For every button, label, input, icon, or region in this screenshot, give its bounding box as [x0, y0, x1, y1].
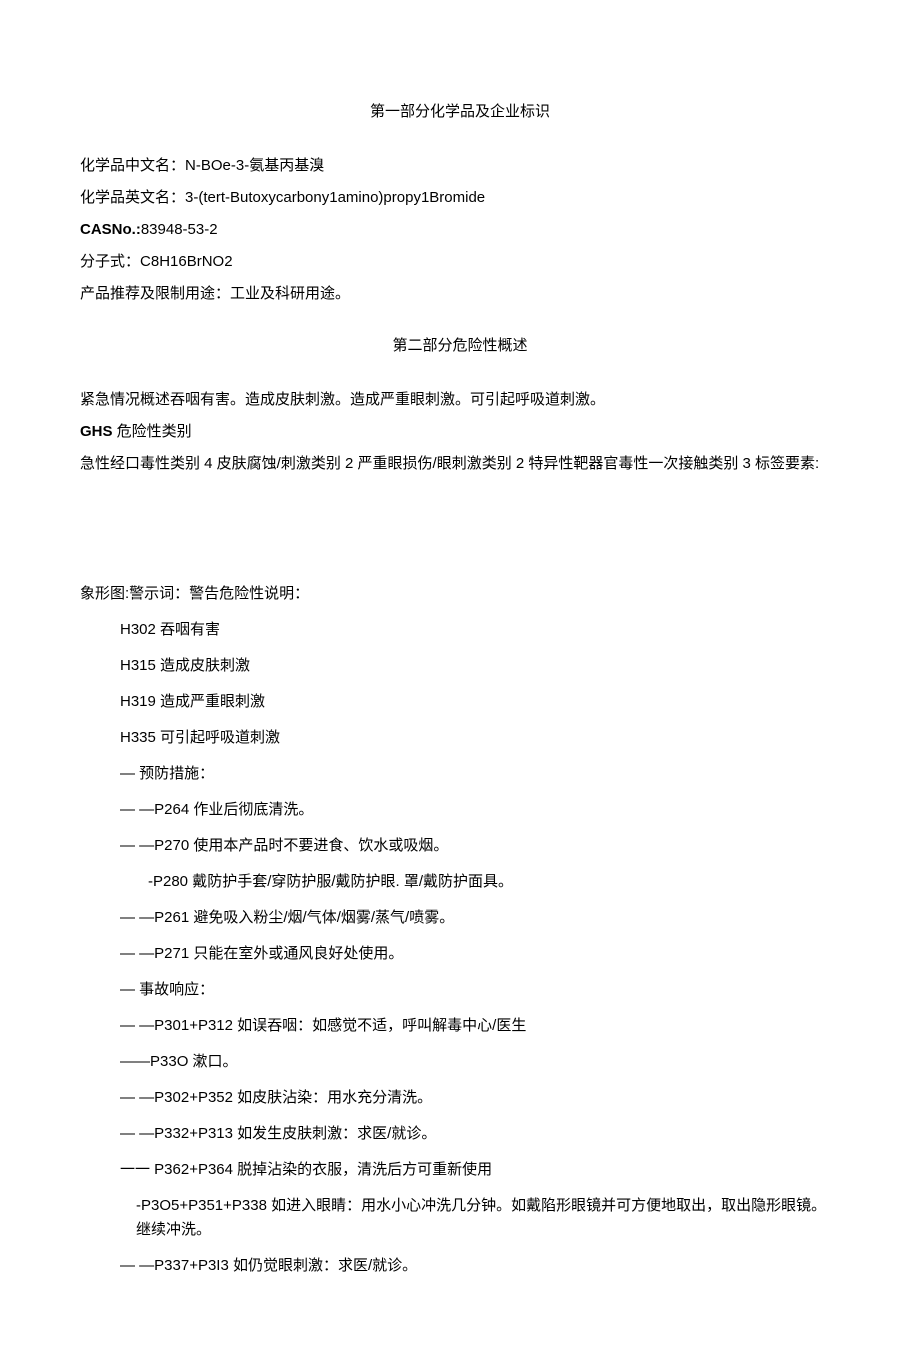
cas-line: CASNo.:83948-53-2 [80, 218, 840, 242]
emergency-overview: 紧急情况概述吞咽有害。造成皮肤刺激。造成严重眼刺激。可引起呼吸道刺激。 [80, 388, 840, 412]
prevention-header: — 预防措施： [120, 762, 840, 786]
section1-title: 第一部分化学品及企业标识 [80, 100, 840, 124]
p301-line: — —P301+P312 如误吞咽：如感觉不适，呼叫解毒中心/医生 [120, 1014, 840, 1038]
section2-title: 第二部分危险性概述 [80, 334, 840, 358]
h315-line: H315 造成皮肤刺激 [120, 654, 840, 678]
formula-value: C8H16BrNO2 [140, 253, 233, 270]
p337-line: — —P337+P3I3 如仍觉眼刺激：求医/就诊。 [120, 1254, 840, 1278]
chinese-name-value: N-BOe-3-氨基丙基溴 [185, 157, 324, 174]
p264-line: — —P264 作业后彻底清洗。 [120, 798, 840, 822]
hazard-statements-block: H302 吞咽有害 H315 造成皮肤刺激 H319 造成严重眼刺激 H335 … [80, 618, 840, 1278]
p305-line: -P3O5+P351+P338 如进入眼睛：用水小心冲洗几分钟。如戴陷形眼镜并可… [108, 1194, 840, 1242]
ghs-bold: GHS [80, 423, 113, 440]
p332-line: — —P332+P313 如发生皮肤刺激：求医/就诊。 [120, 1122, 840, 1146]
classification-text: 急性经口毒性类别 4 皮肤腐蚀/刺激类别 2 严重眼损伤/眼刺激类别 2 特异性… [80, 452, 840, 476]
cas-value: 83948-53-2 [141, 221, 218, 238]
english-name-line: 化学品英文名：3-(tert-Butoxycarbony1amino)propy… [80, 186, 840, 210]
p330-line: ——P33O 漱口。 [120, 1050, 840, 1074]
ghs-rest: 危险性类别 [113, 423, 192, 440]
ghs-category-label: GHS 危险性类别 [80, 420, 840, 444]
chinese-name-label: 化学品中文名： [80, 157, 185, 174]
p270-line: — —P270 使用本产品时不要进食、饮水或吸烟。 [120, 834, 840, 858]
english-name-label: 化学品英文名： [80, 189, 185, 206]
response-header: — 事故响应： [120, 978, 840, 1002]
formula-line: 分子式：C8H16BrNO2 [80, 250, 840, 274]
cas-label: CASNo.: [80, 221, 141, 238]
chinese-name-line: 化学品中文名：N-BOe-3-氨基丙基溴 [80, 154, 840, 178]
use-label: 产品推荐及限制用途： [80, 285, 230, 302]
h319-line: H319 造成严重眼刺激 [120, 690, 840, 714]
spacer [80, 484, 840, 574]
p271-line: — —P271 只能在室外或通风良好处使用。 [120, 942, 840, 966]
use-value: 工业及科研用途。 [230, 285, 350, 302]
english-name-value: 3-(tert-Butoxycarbony1amino)propy1Bromid… [185, 189, 485, 206]
h335-line: H335 可引起呼吸道刺激 [120, 726, 840, 750]
pictogram-line: 象形图:警示词：警告危险性说明： [80, 582, 840, 606]
p280-line: -P280 戴防护手套/穿防护服/戴防护眼. 罩/戴防护面具。 [120, 870, 840, 894]
h302-line: H302 吞咽有害 [120, 618, 840, 642]
formula-label: 分子式： [80, 253, 140, 270]
p261-line: — —P261 避免吸入粉尘/烟/气体/烟雾/蒸气/喷雾。 [120, 906, 840, 930]
use-line: 产品推荐及限制用途：工业及科研用途。 [80, 282, 840, 306]
p362-line: 一一 P362+P364 脱掉沾染的衣服，清洗后方可重新使用 [120, 1158, 840, 1182]
p302-line: — —P302+P352 如皮肤沾染：用水充分清洗。 [120, 1086, 840, 1110]
